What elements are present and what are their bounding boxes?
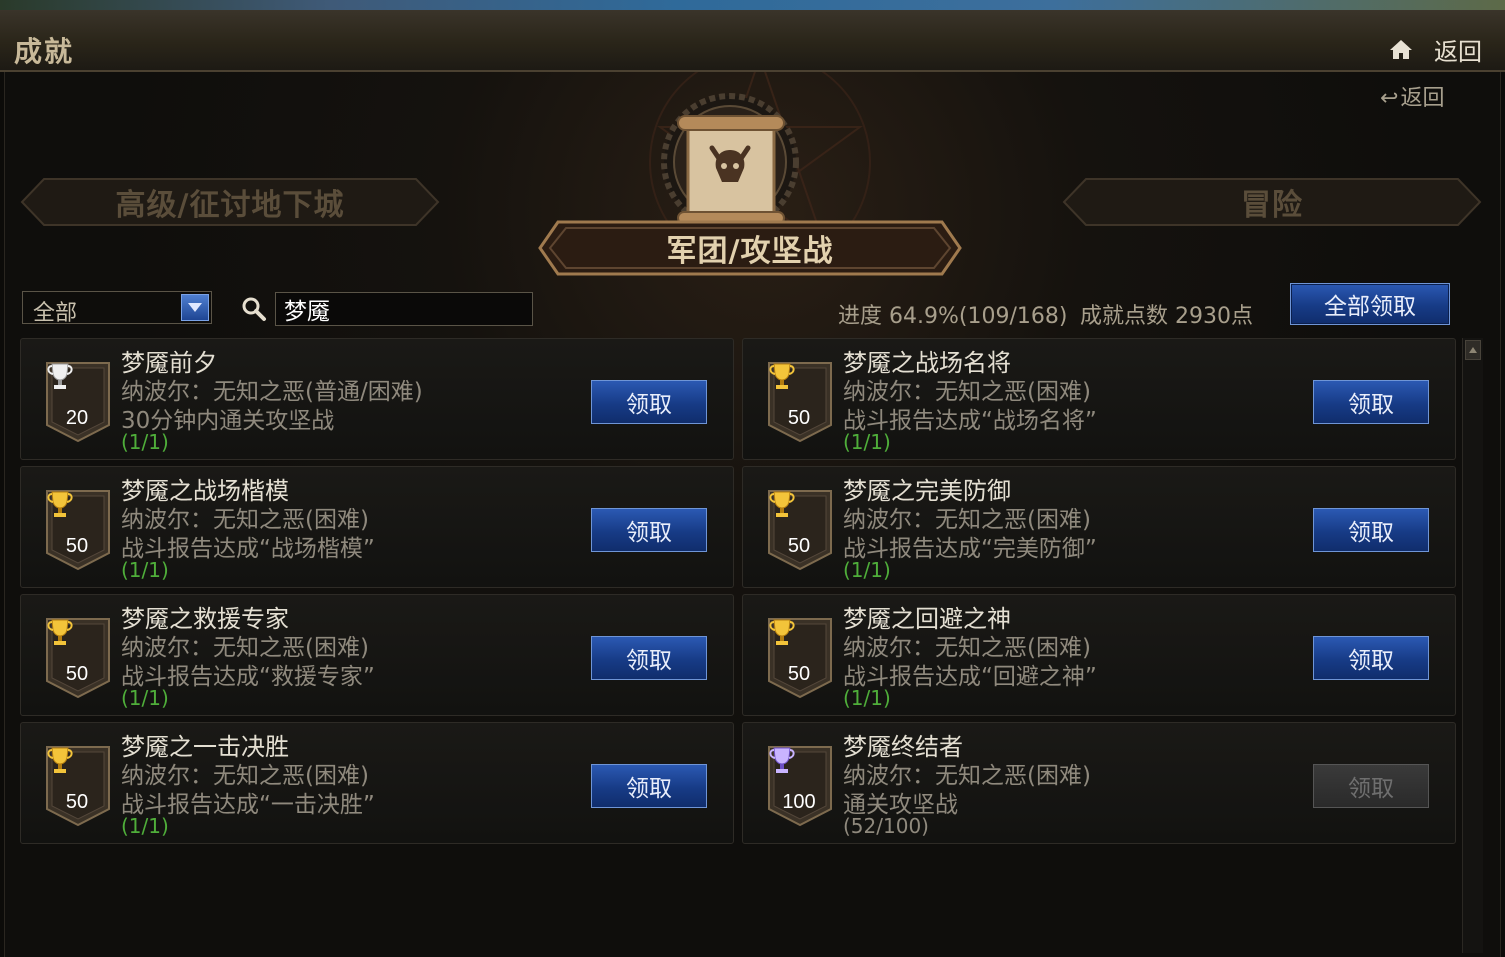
tab-legion-raid-label: 军团/攻坚战 <box>666 234 834 269</box>
category-select-value: 全部 <box>33 301 78 326</box>
search-icon[interactable] <box>241 296 267 322</box>
achievement-progress: (1/1) <box>843 558 891 582</box>
achievement-progress: (1/1) <box>121 558 169 582</box>
scroll-emblem-icon <box>661 93 799 231</box>
claim-button[interactable]: 领取 <box>591 636 707 680</box>
points-value: 50 <box>65 791 89 813</box>
return-arrow-icon: ↩ <box>1380 86 1399 111</box>
claim-button[interactable]: 领取 <box>1313 764 1429 808</box>
home-icon[interactable] <box>1388 38 1414 60</box>
achievement-card: 20 梦魇前夕 纳波尔：无知之恶(普通/困难) 30分钟内通关攻坚战 (1/1) 领取 <box>20 338 734 460</box>
achievement-card: 50 梦魇之救援专家 纳波尔：无知之恶(困难) 战斗报告达成“救援专家” (1/1) 领取 <box>20 594 734 716</box>
gold-trophy-icon <box>47 619 73 645</box>
achievement-card: 50 梦魇之回避之神 纳波尔：无知之恶(困难) 战斗报告达成“回避之神” (1/1) 领取 <box>742 594 1456 716</box>
achievement-card: 50 梦魇之战场楷模 纳波尔：无知之恶(困难) 战斗报告达成“战场楷模” (1/1) 领取 <box>20 466 734 588</box>
gold-trophy-icon <box>47 747 73 773</box>
achievement-progress: (1/1) <box>121 814 169 838</box>
purple-trophy-icon <box>769 747 795 773</box>
sub-back-button[interactable]: ↩返回 <box>1380 80 1444 112</box>
achievement-card: 50 梦魇之一击决胜 纳波尔：无知之恶(困难) 战斗报告达成“一击决胜” (1/1) 领取 <box>20 722 734 844</box>
achievement-card: 50 梦魇之战场名将 纳波尔：无知之恶(困难) 战斗报告达成“战场名将” (1/1) 领取 <box>742 338 1456 460</box>
chevron-down-icon[interactable] <box>181 294 209 321</box>
tab-legion-raid[interactable]: 军团/攻坚战 <box>538 218 962 278</box>
claim-all-button[interactable]: 全部领取 <box>1290 283 1450 325</box>
points-summary: 成就点数 2930点 <box>1080 298 1253 330</box>
achievement-list: 20 梦魇前夕 纳波尔：无知之恶(普通/困难) 30分钟内通关攻坚战 (1/1) 领取 50… <box>20 338 1460 858</box>
window-header: 成就 返回 <box>0 10 1505 72</box>
tab-adventure[interactable]: 冒险 <box>1062 177 1482 227</box>
achievement-progress: (1/1) <box>843 430 891 454</box>
claim-button[interactable]: 领取 <box>591 508 707 552</box>
points-badge: 20 <box>45 361 111 443</box>
progress-label: 进度 <box>838 304 883 329</box>
gold-trophy-icon <box>769 363 795 389</box>
points-value: 20 <box>65 407 89 429</box>
claim-button[interactable]: 领取 <box>591 764 707 808</box>
points-value: 50 <box>65 663 89 685</box>
achievement-progress: (52/100) <box>843 814 929 838</box>
window-title: 成就 <box>14 35 75 68</box>
points-label: 成就点数 <box>1080 304 1169 329</box>
achievement-progress: (1/1) <box>121 686 169 710</box>
points-badge: 50 <box>767 617 833 699</box>
points-value: 50 <box>787 535 811 557</box>
points-value: 50 <box>787 407 811 429</box>
claim-button[interactable]: 领取 <box>1313 380 1429 424</box>
points-value: 50 <box>787 663 811 685</box>
scrollbar[interactable] <box>1462 338 1483 953</box>
points-badge: 50 <box>767 361 833 443</box>
tab-advanced-dungeon-label: 高级/征讨地下城 <box>115 188 345 223</box>
tab-adventure-label: 冒险 <box>1241 188 1303 223</box>
points-badge: 50 <box>767 489 833 571</box>
points-value: 50 <box>65 535 89 557</box>
category-select[interactable]: 全部 <box>22 291 212 326</box>
gold-trophy-icon <box>769 619 795 645</box>
progress-summary: 进度 64.9%(109/168) <box>838 298 1067 330</box>
gold-trophy-icon <box>47 491 73 517</box>
points-badge: 50 <box>45 489 111 571</box>
achievement-card: 100 梦魇终结者 纳波尔：无知之恶(困难) 通关攻坚战 (52/100) 领取 <box>742 722 1456 844</box>
gold-trophy-icon <box>769 491 795 517</box>
scroll-up-arrow-icon[interactable] <box>1465 340 1481 360</box>
points-badge: 50 <box>45 617 111 699</box>
claim-button[interactable]: 领取 <box>591 380 707 424</box>
achievement-progress: (1/1) <box>843 686 891 710</box>
points-badge: 100 <box>767 745 833 827</box>
points-value: 100 <box>782 791 816 813</box>
silver-trophy-icon <box>47 363 73 389</box>
progress-value: 64.9%(109/168) <box>889 304 1068 329</box>
search-input[interactable] <box>275 292 533 326</box>
header-back-button[interactable]: 返回 <box>1434 32 1482 67</box>
sub-back-label: 返回 <box>1400 86 1445 111</box>
claim-button[interactable]: 领取 <box>1313 636 1429 680</box>
achievement-card: 50 梦魇之完美防御 纳波尔：无知之恶(困难) 战斗报告达成“完美防御” (1/1) 领取 <box>742 466 1456 588</box>
achievement-progress: (1/1) <box>121 430 169 454</box>
tab-advanced-dungeon[interactable]: 高级/征讨地下城 <box>20 177 440 227</box>
points-value: 2930点 <box>1175 304 1254 329</box>
claim-button[interactable]: 领取 <box>1313 508 1429 552</box>
points-badge: 50 <box>45 745 111 827</box>
